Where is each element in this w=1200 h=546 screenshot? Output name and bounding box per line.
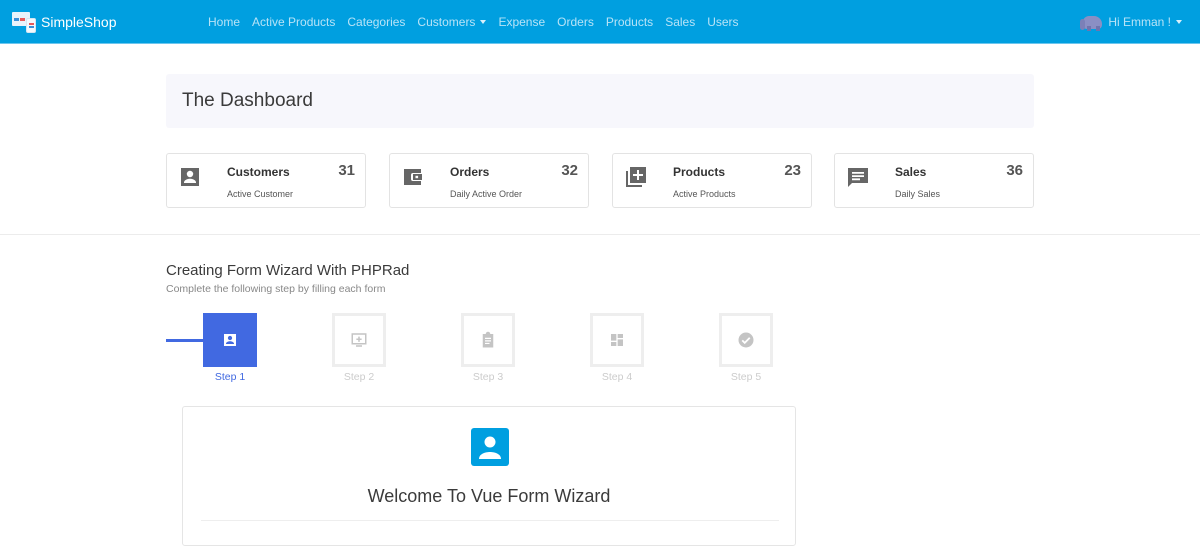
stat-subtitle: Daily Sales: [895, 189, 941, 199]
monitor-add-icon: [351, 333, 367, 347]
nav-sales[interactable]: Sales: [659, 15, 701, 29]
brand-link[interactable]: SimpleShop: [12, 9, 117, 35]
step-label: Step 1: [214, 371, 246, 383]
check-circle-icon: [738, 332, 754, 348]
section-divider: [0, 234, 1200, 235]
wizard-progress-line: [166, 339, 206, 342]
wizard-step-3[interactable]: Step 3: [461, 313, 517, 383]
account-box-icon: [224, 334, 236, 346]
stat-title: Products: [673, 165, 726, 179]
nav-orders[interactable]: Orders: [551, 15, 600, 29]
avatar: [1080, 13, 1104, 31]
account-box-icon: [471, 428, 509, 466]
nav-links: Home Active Products Categories Customer…: [202, 0, 745, 44]
stat-value: 36: [1006, 162, 1023, 179]
message-text-icon: [848, 168, 868, 187]
brand-name: SimpleShop: [41, 14, 117, 30]
wizard-title: Creating Form Wizard With PHPRad: [166, 262, 410, 279]
step-label: Step 2: [343, 371, 375, 383]
page-header: The Dashboard: [166, 74, 1034, 128]
user-greeting: Hi Emman !: [1108, 15, 1171, 29]
clipboard-icon: [482, 331, 494, 348]
stat-subtitle: Active Customer: [227, 189, 294, 199]
step-icon-box: [332, 313, 386, 367]
dashboard-icon: [611, 334, 623, 346]
stat-subtitle: Daily Active Order: [450, 189, 523, 199]
wallet-icon: [404, 169, 422, 185]
wizard-step-1[interactable]: Step 1: [203, 313, 259, 383]
step-label: Step 4: [601, 371, 633, 383]
wizard-step-5[interactable]: Step 5: [719, 313, 775, 383]
stat-subtitle: Active Products: [673, 189, 736, 199]
stat-value: 31: [338, 162, 355, 179]
wizard-step-4[interactable]: Step 4: [590, 313, 646, 383]
simpleshop-logo-icon: [12, 10, 37, 34]
stat-card-customers[interactable]: Customers Active Customer 31: [166, 153, 366, 208]
caret-down-icon: [1176, 20, 1182, 24]
page-title: The Dashboard: [182, 90, 313, 111]
step-label: Step 5: [730, 371, 762, 383]
step-icon-box: [203, 313, 257, 367]
wizard-step-2[interactable]: Step 2: [332, 313, 388, 383]
step-icon-box: [719, 313, 773, 367]
wizard-subtitle: Complete the following step by filling e…: [166, 283, 386, 295]
nav-home[interactable]: Home: [202, 15, 246, 29]
library-add-icon: [626, 167, 646, 187]
nav-customers-label: Customers: [417, 15, 476, 29]
panel-title: Welcome To Vue Form Wizard: [367, 486, 611, 506]
stat-card-products[interactable]: Products Active Products 23: [612, 153, 812, 208]
user-menu-dropdown[interactable]: Hi Emman !: [1080, 0, 1182, 44]
caret-down-icon: [480, 20, 487, 24]
wizard-step-panel: Welcome To Vue Form Wizard: [182, 406, 796, 546]
nav-customers-dropdown[interactable]: Customers: [411, 15, 492, 29]
stat-value: 23: [784, 162, 801, 179]
nav-expense[interactable]: Expense: [492, 15, 551, 29]
nav-users[interactable]: Users: [701, 15, 744, 29]
step-label: Step 3: [472, 371, 504, 383]
account-box-icon: [181, 168, 199, 186]
stat-value: 32: [561, 162, 578, 179]
stat-title: Sales: [895, 165, 927, 179]
top-navbar: SimpleShop Home Active Products Categori…: [0, 0, 1200, 44]
stat-title: Customers: [227, 165, 290, 179]
stat-card-orders[interactable]: Orders Daily Active Order 32: [389, 153, 589, 208]
nav-products[interactable]: Products: [600, 15, 659, 29]
nav-categories[interactable]: Categories: [341, 15, 411, 29]
panel-divider: [201, 520, 779, 521]
stat-card-sales[interactable]: Sales Daily Sales 36: [834, 153, 1034, 208]
step-icon-box: [590, 313, 644, 367]
nav-active-products[interactable]: Active Products: [246, 15, 341, 29]
step-icon-box: [461, 313, 515, 367]
stat-title: Orders: [450, 165, 490, 179]
